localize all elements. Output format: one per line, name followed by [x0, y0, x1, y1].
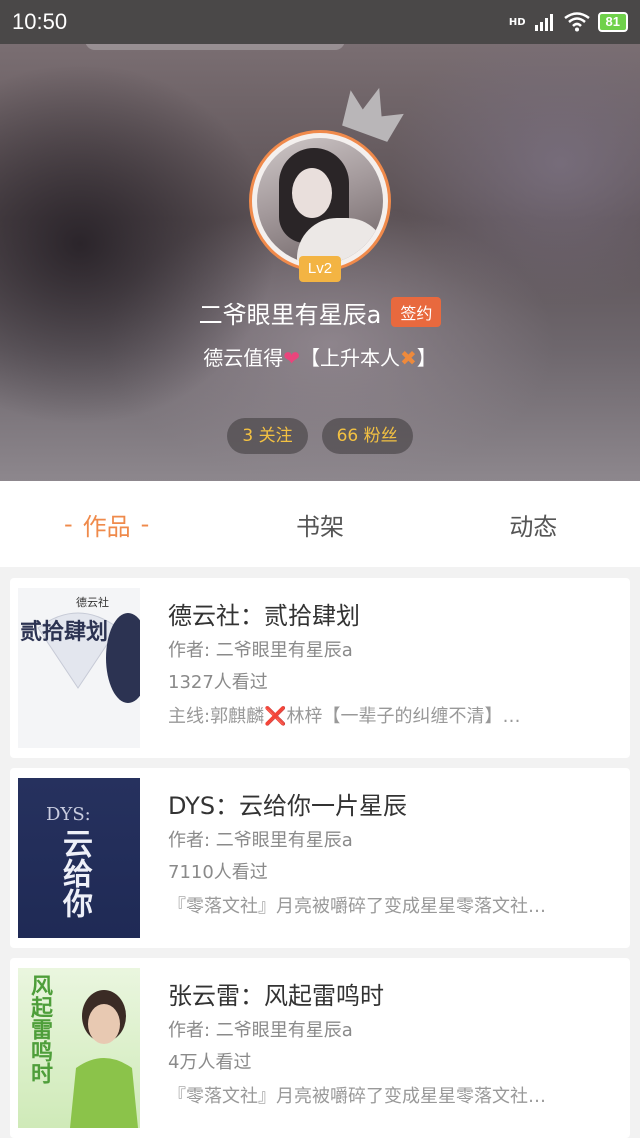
cover-subtitle: 德云社 — [76, 596, 109, 609]
profile-header: Lv2 二爷眼里有星辰a 签约 德云值得❤【上升本人✖】 3 关注 66 粉丝 — [0, 44, 640, 481]
portrait-icon — [70, 990, 138, 1128]
status-icons: HD 81 — [509, 12, 628, 32]
book-info: DYS：云给你一片星辰 作者: 二爷眼里有星辰a 7110人看过 『零落文社』月… — [168, 790, 608, 922]
status-time: 10:50 — [12, 9, 68, 34]
level-badge: Lv2 — [299, 256, 341, 282]
book-cover: 风起雷鸣时 — [18, 968, 140, 1128]
book-card[interactable]: 风起雷鸣时 张云雷：风起雷鸣时 作者: 二爷眼里有星辰a 4万人看过 『零落文社… — [10, 958, 630, 1138]
heart-icon: ❤ — [283, 346, 300, 370]
book-views: 7110人看过 — [168, 862, 268, 883]
cover-title: 云给你 — [57, 828, 92, 918]
book-author: 作者: 二爷眼里有星辰a — [168, 640, 353, 661]
fan-icon — [37, 612, 140, 703]
avatar[interactable] — [249, 130, 391, 272]
book-views: 4万人看过 — [168, 1052, 252, 1073]
profile-tabs: - 作品 - 书架 动态 — [0, 481, 640, 567]
book-info: 张云雷：风起雷鸣时 作者: 二爷眼里有星辰a 4万人看过 『零落文社』月亮被嚼碎… — [168, 980, 608, 1112]
name-row: 二爷眼里有星辰a 签约 — [0, 292, 640, 332]
tab-label: 作品 — [82, 512, 131, 541]
tab-indicator: - — [63, 510, 73, 538]
book-card[interactable]: DYS: 云给你 DYS：云给你一片星辰 作者: 二爷眼里有星辰a 7110人看… — [10, 768, 630, 948]
tab-works[interactable]: - 作品 - — [0, 481, 213, 567]
book-author: 作者: 二爷眼里有星辰a — [168, 1020, 353, 1041]
tab-bookshelf[interactable]: 书架 — [213, 481, 426, 567]
header-search-pill — [85, 44, 345, 50]
tab-label: 动态 — [509, 512, 558, 541]
book-title: 张云雷：风起雷鸣时 — [168, 982, 384, 1010]
book-card[interactable]: 德云社 贰拾肆划 德云社：贰拾肆划 作者: 二爷眼里有星辰a 1327人看过 主… — [10, 578, 630, 758]
status-bar: 10:50 HD 81 — [0, 0, 640, 44]
user-bio: 德云值得❤【上升本人✖】 — [0, 342, 640, 371]
tab-activity[interactable]: 动态 — [427, 481, 640, 567]
avatar-image — [257, 138, 383, 264]
signal-icon — [534, 14, 553, 31]
book-title: 德云社：贰拾肆划 — [168, 602, 360, 630]
cover-title: 贰拾肆划 — [20, 619, 109, 645]
fans-count-button[interactable]: 66 粉丝 — [321, 418, 413, 454]
bio-text: 德云值得 — [203, 346, 284, 370]
book-info: 德云社：贰拾肆划 作者: 二爷眼里有星辰a 1327人看过 主线:郭麒麟❌林梓【… — [168, 600, 608, 732]
book-description: 『零落文社』月亮被嚼碎了变成星星零落文社… — [168, 896, 546, 917]
network-type-label: HD — [508, 16, 526, 28]
book-description: 『零落文社』月亮被嚼碎了变成星星零落文社… — [168, 1086, 546, 1107]
book-title: DYS：云给你一片星辰 — [168, 792, 408, 820]
book-views: 1327人看过 — [168, 672, 268, 693]
book-cover: 德云社 贰拾肆划 — [18, 588, 140, 748]
user-name: 二爷眼里有星辰a — [198, 300, 382, 329]
stats-row: 3 关注 66 粉丝 — [0, 418, 640, 454]
tab-label: 书架 — [295, 512, 344, 541]
wifi-icon — [563, 12, 590, 32]
following-count-button[interactable]: 3 关注 — [227, 418, 308, 454]
bio-text: 【上升本人 — [300, 346, 400, 370]
cover-subtitle: DYS: — [46, 804, 91, 825]
book-description: 主线:郭麒麟❌林梓【一辈子的纠缠不清】… — [168, 706, 521, 727]
signed-badge: 签约 — [391, 297, 442, 327]
bio-text: 】 — [416, 346, 437, 370]
book-author: 作者: 二爷眼里有星辰a — [168, 830, 353, 851]
cross-icon: ✖ — [400, 346, 417, 370]
crown-icon — [342, 87, 404, 142]
battery-indicator: 81 — [597, 12, 628, 32]
tab-indicator: - — [140, 510, 150, 538]
book-cover: DYS: 云给你 — [18, 778, 140, 938]
